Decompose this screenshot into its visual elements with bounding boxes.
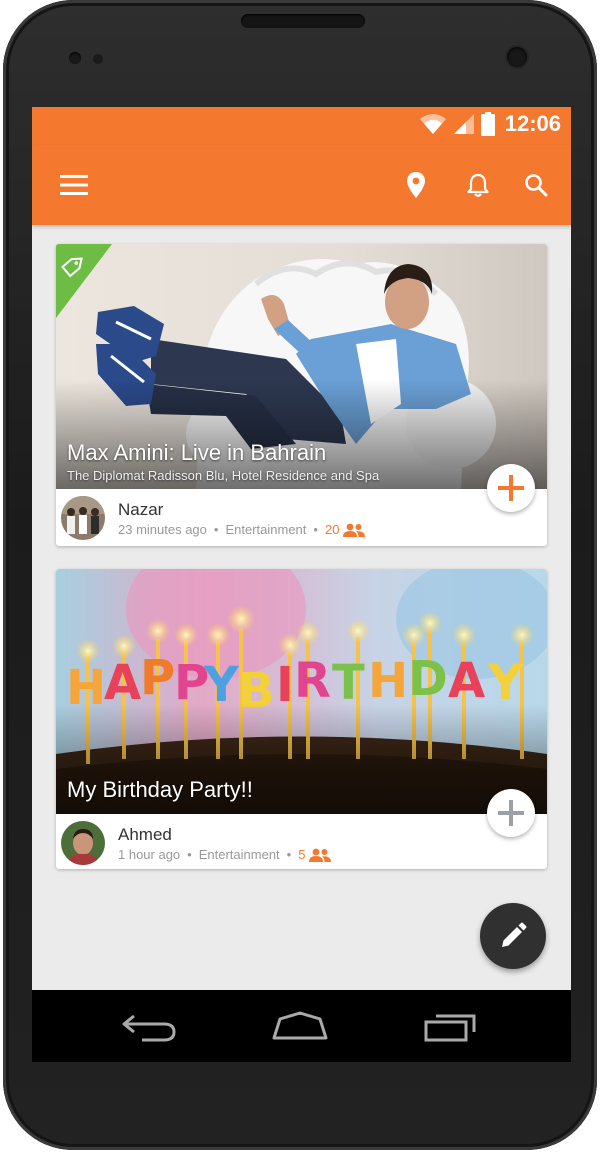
post-time: 23 minutes ago: [118, 522, 207, 537]
separator-dot: •: [313, 522, 318, 537]
earpiece-speaker: [241, 14, 365, 28]
back-button[interactable]: [120, 1006, 180, 1046]
post-time: 1 hour ago: [118, 847, 181, 862]
svg-text:H: H: [368, 653, 408, 709]
sensor: [93, 54, 103, 64]
back-icon: [122, 1014, 176, 1042]
home-button[interactable]: [270, 1006, 330, 1046]
author-name[interactable]: Ahmed: [118, 825, 172, 845]
app-bar: [32, 145, 571, 225]
event-venue: The Diplomat Radisson Blu, Hotel Residen…: [67, 468, 380, 483]
event-meta: 23 minutes ago • Entertainment • 20: [118, 522, 366, 537]
svg-text:T: T: [332, 655, 365, 711]
location-pin-icon: [407, 172, 425, 198]
front-camera: [507, 47, 527, 67]
svg-text:R: R: [294, 653, 331, 709]
svg-text:D: D: [408, 651, 448, 707]
card-footer: Ahmed 1 hour ago • Entertainment • 5: [56, 816, 547, 871]
search-icon: [525, 174, 548, 197]
menu-button[interactable]: [56, 167, 92, 203]
recents-button[interactable]: [420, 1006, 480, 1046]
attendee-count: 5: [298, 847, 306, 862]
menu-icon: [60, 175, 88, 195]
avatar[interactable]: [61, 821, 105, 865]
avatar-group-photo: [61, 496, 105, 540]
compose-fab[interactable]: [480, 903, 546, 969]
event-meta: 1 hour ago • Entertainment • 5: [118, 847, 332, 862]
attendee-count: 20: [324, 522, 340, 537]
event-category[interactable]: Entertainment: [199, 847, 280, 862]
separator-dot: •: [187, 847, 192, 862]
separator-dot: •: [286, 847, 292, 862]
signal-icon: [453, 114, 474, 134]
battery-icon: [480, 112, 495, 136]
event-title: Max Amini: Live in Bahrain: [67, 440, 327, 465]
card-footer: Nazar 23 minutes ago • Entertainment • 2…: [56, 491, 547, 546]
people-icon: [309, 848, 332, 862]
event-category[interactable]: Entertainment: [225, 522, 306, 537]
status-bar: 12:06: [32, 107, 571, 145]
separator-dot: •: [213, 522, 219, 537]
people-icon: [343, 523, 366, 537]
search-button[interactable]: [518, 167, 554, 203]
clock: 12:06: [504, 111, 561, 136]
screen: 12:06 Max Amini: Live in Bahrain The Dip…: [32, 107, 571, 1062]
event-card[interactable]: H A P P Y B I R T H D A Y My Birthday Pa…: [56, 569, 547, 869]
pencil-icon: [502, 922, 527, 947]
notifications-button[interactable]: [460, 167, 496, 203]
system-nav-bar: [32, 990, 571, 1062]
home-icon: [272, 1011, 328, 1040]
tag-ribbon: [56, 244, 112, 318]
svg-text:A: A: [448, 653, 485, 709]
location-button[interactable]: [398, 167, 434, 203]
svg-text:Y: Y: [487, 655, 524, 711]
svg-text:P: P: [140, 650, 175, 706]
recents-icon: [424, 1014, 476, 1042]
author-name[interactable]: Nazar: [118, 500, 163, 520]
bell-icon: [467, 173, 489, 197]
sensor: [69, 52, 81, 64]
wifi-icon: [419, 114, 446, 134]
avatar[interactable]: [61, 496, 105, 540]
event-title: My Birthday Party!!: [67, 777, 253, 802]
svg-text:A: A: [104, 655, 141, 711]
avatar-portrait: [61, 821, 105, 865]
event-card[interactable]: Max Amini: Live in Bahrain The Diplomat …: [56, 244, 547, 546]
